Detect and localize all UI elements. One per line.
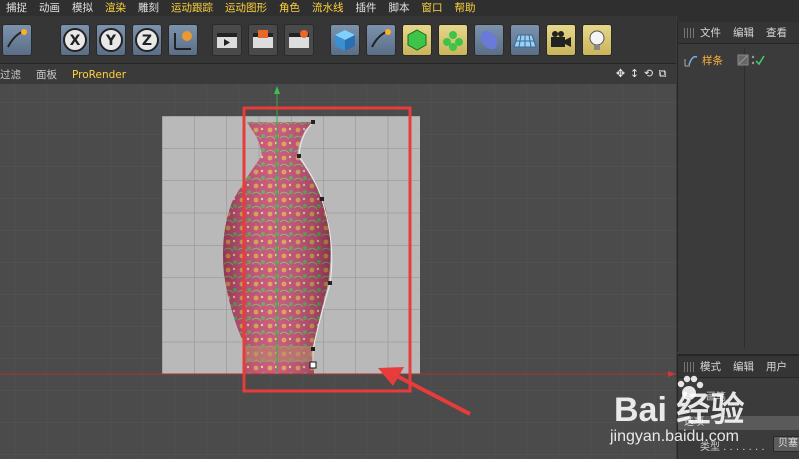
floor-tool-button[interactable] [510, 24, 540, 56]
column-divider [744, 48, 745, 348]
viewport-header: 过滤 面板 ProRender ✥ ↕ ⟲ ⧉ [0, 65, 676, 84]
subdivision-tool-button[interactable] [402, 24, 432, 56]
menu-item[interactable]: 脚本 [383, 0, 416, 16]
y-axis-arrow [274, 86, 280, 94]
tab-file[interactable]: 文件 [700, 25, 721, 40]
annotation-arrow-shaft [392, 372, 471, 416]
light-tool-button[interactable] [582, 24, 612, 56]
pen-icon [7, 29, 27, 48]
viewport-nav-controls: ✥ ↕ ⟲ ⧉ [615, 67, 668, 80]
subdivision-icon [407, 29, 427, 51]
scene-overlay [0, 86, 676, 416]
panel-grip-icon[interactable] [684, 27, 694, 38]
axis-z-tool-button[interactable]: Z [132, 24, 162, 56]
render-view-icon [217, 33, 237, 48]
rotate-view-icon[interactable]: ⟲ [643, 67, 654, 80]
camera-icon [551, 31, 571, 47]
render-settings-tool-button[interactable] [284, 24, 314, 56]
svg-text:Y: Y [105, 33, 117, 49]
panel-grip-icon[interactable] [684, 361, 694, 372]
spline-object-icon [684, 55, 698, 67]
render-settings-icon [289, 30, 309, 48]
menu-item[interactable]: 窗口 [416, 0, 449, 16]
camera-tool-button[interactable] [546, 24, 576, 56]
spline-pen-tool-button[interactable] [366, 24, 396, 56]
world-coord-icon [174, 31, 192, 50]
spline-point[interactable] [311, 347, 315, 351]
deformer-tool-button[interactable] [474, 24, 504, 56]
move-view-icon[interactable]: ✥ [615, 67, 626, 80]
object-status-icons[interactable] [737, 53, 767, 67]
zoom-view-icon[interactable]: ↕ [629, 67, 640, 80]
menu-item[interactable]: 角色 [273, 0, 306, 16]
viewport-menu-filter[interactable]: 过滤 [0, 67, 21, 82]
menu-item[interactable]: 运动图形 [219, 0, 273, 16]
svg-text:Z: Z [142, 33, 152, 49]
maximize-view-icon[interactable]: ⧉ [657, 67, 668, 80]
viewport-menu-panel[interactable]: 面板 [36, 67, 57, 82]
menu-item[interactable]: 动画 [33, 0, 66, 16]
baidu-watermark: Bai 经验 jingyan.baidu.com [604, 372, 799, 459]
menu-item[interactable]: 模拟 [66, 0, 99, 16]
vase-base-band [244, 346, 314, 362]
menu-item[interactable]: 雕刻 [132, 0, 165, 16]
tab-edit[interactable]: 编辑 [733, 25, 754, 40]
spline-point[interactable] [320, 197, 324, 201]
spline-point[interactable] [311, 120, 315, 124]
cloner-tool-button[interactable] [438, 24, 468, 56]
light-icon [589, 30, 605, 50]
floor-icon [513, 34, 537, 48]
menu-item[interactable]: 插件 [350, 0, 383, 16]
menu-item[interactable]: 流水线 [306, 0, 350, 16]
axis-x-tool-button[interactable]: X [60, 24, 90, 56]
axis-y-tool-button[interactable]: Y [96, 24, 126, 56]
tab-view[interactable]: 查看 [766, 25, 787, 40]
object-row-spline[interactable]: 样条 [684, 52, 767, 68]
object-name[interactable]: 样条 [702, 53, 723, 68]
spline-point[interactable] [297, 154, 301, 158]
world-coord-tool-button[interactable] [168, 24, 198, 56]
pen-tool-button[interactable] [2, 24, 32, 56]
menu-item[interactable]: 帮助 [449, 0, 482, 16]
viewport[interactable] [0, 84, 676, 459]
main-toolbar: X Y Z [0, 16, 676, 64]
render-picture-viewer-icon [253, 30, 273, 48]
axis-z-icon: Z [135, 28, 159, 52]
deformer-icon [480, 30, 498, 50]
menu-item[interactable]: 运动跟踪 [165, 0, 219, 16]
object-manager-tabs: 文件 编辑 查看 [678, 22, 799, 44]
menu-item[interactable]: 捕捉 [0, 0, 33, 16]
menu-bar: 捕捉 动画 模拟 渲染 雕刻 运动跟踪 运动图形 角色 流水线 插件 脚本 窗口 帮助 [0, 0, 799, 16]
watermark-logo-text: Bai 经验 [614, 391, 745, 429]
axis-y-icon: Y [99, 28, 123, 52]
spline-pen-icon [371, 29, 391, 48]
svg-text:X: X [70, 33, 81, 49]
object-manager: 文件 编辑 查看 样条 [677, 22, 799, 352]
cloner-icon [443, 31, 463, 51]
spline-point[interactable] [328, 281, 332, 285]
spline-active-point[interactable] [309, 361, 317, 369]
render-view-tool-button[interactable] [212, 24, 242, 56]
cube-tool-button[interactable] [330, 24, 360, 56]
render-picture-viewer-tool-button[interactable] [248, 24, 278, 56]
axis-x-icon: X [63, 28, 87, 52]
cube-icon [335, 30, 355, 51]
menu-item[interactable]: 渲染 [99, 0, 132, 16]
watermark-url: jingyan.baidu.com [610, 428, 739, 445]
viewport-menu-prorender[interactable]: ProRender [72, 69, 126, 81]
